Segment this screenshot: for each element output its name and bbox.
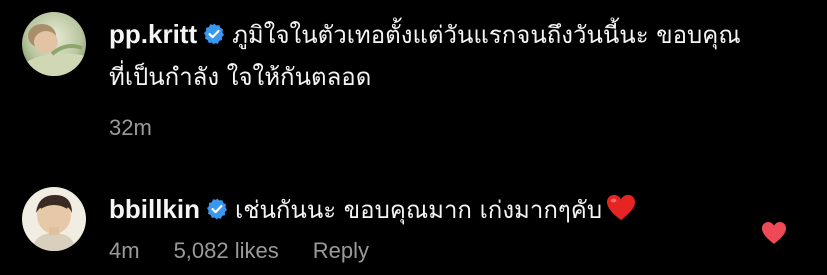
timestamp: 4m [109,238,140,263]
comment-text-line: pp.kritt ภูมิใจในตัวเทอตั้งแต่วันแรกจนถึ… [109,14,757,56]
comment-meta: 4m 5,082 likes Reply [109,238,757,264]
username[interactable]: bbillkin [109,194,200,224]
reply-button[interactable]: Reply [313,238,369,264]
comment-item: bbillkin เช่นกันนะ ขอบคุณมาก เก่งมากๆคับ… [0,175,827,275]
timestamp: 32m [109,115,152,140]
verified-badge-icon [207,198,227,220]
comment-content: bbillkin เช่นกันนะ ขอบคุณมาก เก่งมากๆคับ… [109,189,757,264]
comment-item: pp.kritt ภูมิใจในตัวเทอตั้งแต่วันแรกจนถึ… [0,0,827,150]
comment-content: pp.kritt ภูมิใจในตัวเทอตั้งแต่วันแรกจนถึ… [109,14,757,141]
likes-count[interactable]: 5,082 likes [174,238,279,264]
avatar[interactable] [22,12,86,76]
verified-badge-icon [204,23,225,45]
username[interactable]: pp.kritt [109,19,197,49]
heart-liked-icon[interactable] [761,220,787,246]
red-heart-emoji-icon [607,194,636,221]
comment-text: เช่นกันนะ ขอบคุณมาก เก่งมากๆคับ [235,196,603,224]
comment-meta: 32m [109,115,757,141]
comment-text: ที่เป็นกำลัง ใจให้กันตลอด [109,63,372,91]
comment-text-line: ที่เป็นกำลัง ใจให้กันตลอด [109,56,757,98]
comment-text-line: bbillkin เช่นกันนะ ขอบคุณมาก เก่งมากๆคับ [109,189,757,231]
avatar[interactable] [22,187,86,251]
comment-text: ภูมิใจในตัวเทอตั้งแต่วันแรกจนถึงวันนี้นะ… [232,21,741,49]
